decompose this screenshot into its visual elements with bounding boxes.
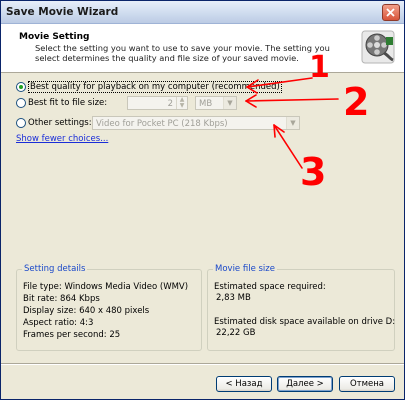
annotation-number-2: 2 <box>343 80 370 124</box>
annotation-arrow-3 <box>273 124 303 169</box>
annotation-number-1: 1 <box>309 50 330 85</box>
annotation-arrows <box>245 77 339 169</box>
annotation-arrow-1 <box>246 77 313 88</box>
annotation-arrow-2 <box>245 98 339 102</box>
annotation-number-3: 3 <box>300 150 327 194</box>
